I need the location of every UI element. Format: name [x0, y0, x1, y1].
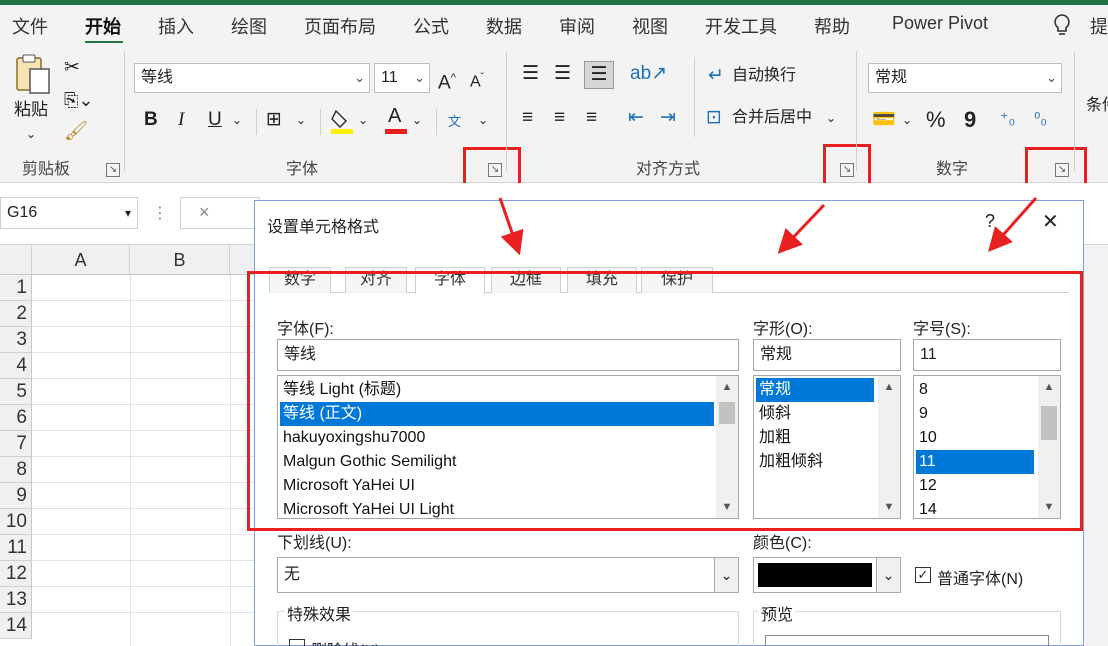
arrow-number-launcher [988, 197, 1038, 252]
callout-arrows [498, 197, 1038, 256]
arrow-font-launcher [498, 197, 524, 256]
arrow-alignment-launcher [777, 203, 826, 254]
